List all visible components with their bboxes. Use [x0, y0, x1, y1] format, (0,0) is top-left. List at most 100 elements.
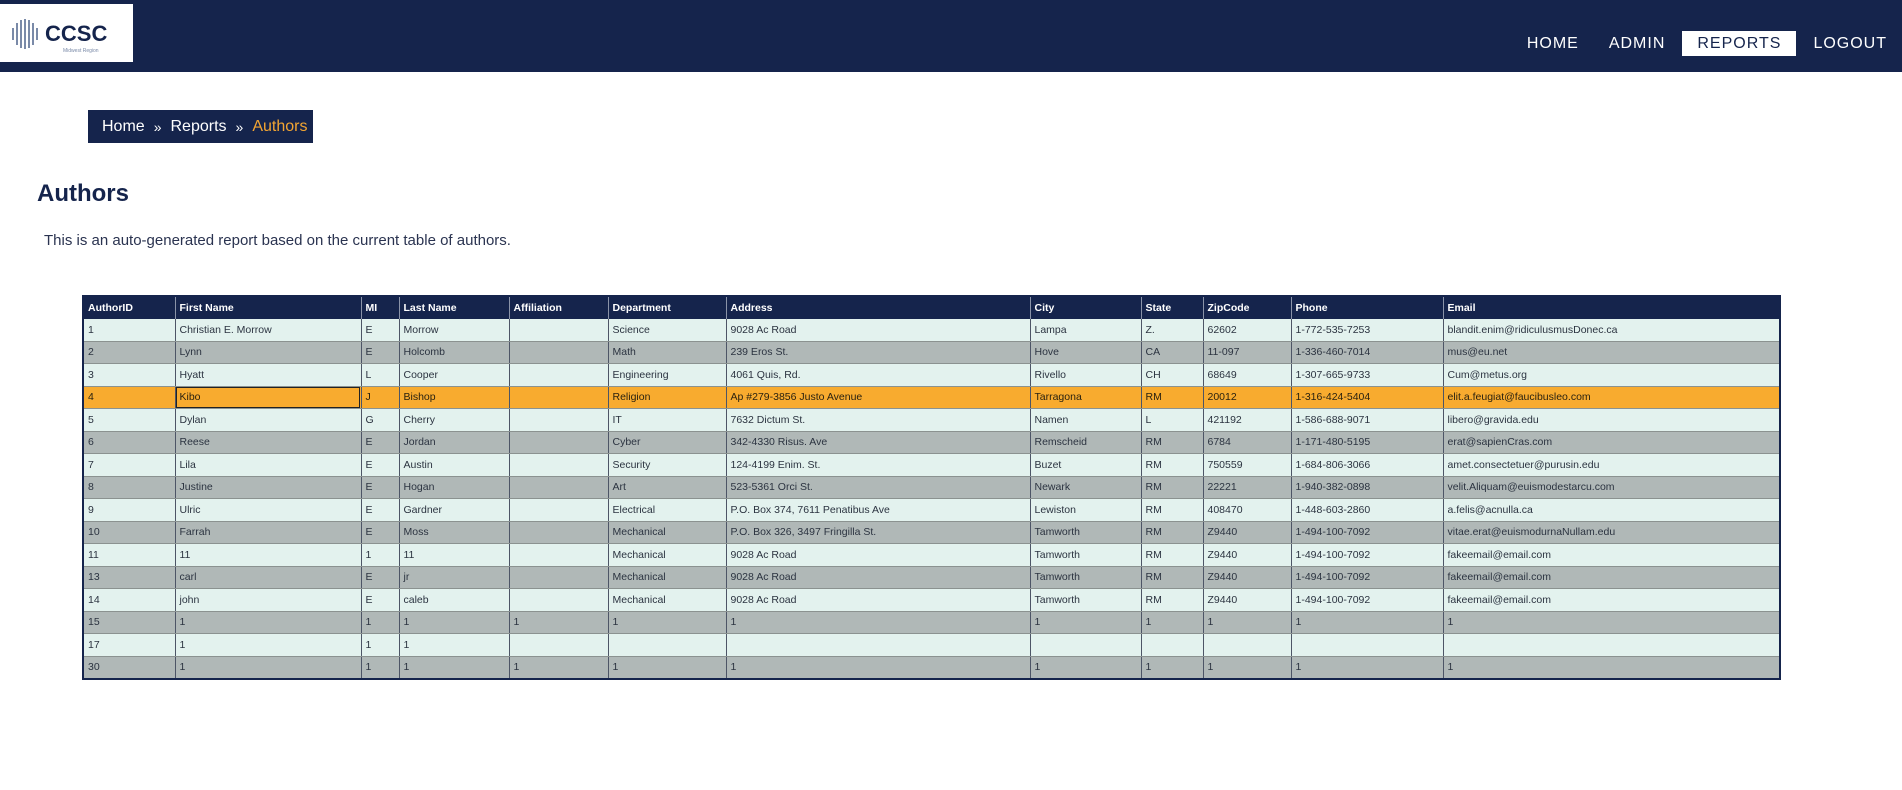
table-cell[interactable]: Holcomb [399, 341, 510, 364]
table-cell[interactable]: 9028 Ac Road [726, 588, 1031, 612]
table-cell[interactable]: 1-336-460-7014 [1291, 341, 1444, 364]
table-cell[interactable]: 9028 Ac Road [726, 319, 1031, 342]
table-cell[interactable]: Christian E. Morrow [175, 319, 362, 342]
table-cell[interactable]: 20012 [1203, 386, 1292, 409]
table-cell[interactable]: RM [1141, 386, 1204, 409]
table-cell[interactable]: E [361, 319, 400, 342]
table-cell[interactable]: E [361, 453, 400, 477]
table-cell[interactable]: 1 [1443, 656, 1781, 680]
table-cell[interactable]: RM [1141, 566, 1204, 589]
table-cell[interactable]: elit.a.feugiat@faucibusleo.com [1443, 386, 1781, 409]
table-cell[interactable]: Tamworth [1030, 521, 1142, 544]
column-header[interactable]: City [1030, 296, 1142, 319]
table-cell[interactable]: Math [608, 341, 727, 364]
column-header[interactable]: Department [608, 296, 727, 319]
table-cell[interactable] [1203, 633, 1292, 657]
table-cell[interactable]: RM [1141, 476, 1204, 499]
table-cell[interactable] [509, 363, 609, 387]
table-cell[interactable] [509, 453, 609, 477]
table-cell[interactable]: a.felis@acnulla.ca [1443, 498, 1781, 522]
table-cell[interactable] [1443, 633, 1781, 657]
table-cell[interactable]: Tamworth [1030, 543, 1142, 567]
table-row[interactable]: 4 Kibo J Bishop Religion Ap #279-3856 Justo A… [83, 386, 1781, 409]
table-cell[interactable]: E [361, 521, 400, 544]
table-row[interactable]: 8 Justine E Hogan Art 523-5361 Orci St. Newark… [83, 476, 1781, 499]
table-cell[interactable] [1030, 633, 1142, 657]
table-cell[interactable]: 1 [1030, 611, 1142, 634]
table-cell[interactable]: Cherry [399, 408, 510, 432]
table-cell[interactable]: 1 [1443, 611, 1781, 634]
table-cell[interactable]: 1 [1203, 656, 1292, 680]
table-cell[interactable]: 1-316-424-5404 [1291, 386, 1444, 409]
table-cell[interactable]: 1 [1291, 656, 1444, 680]
table-cell[interactable]: 1 [726, 656, 1031, 680]
table-cell[interactable]: RM [1141, 543, 1204, 567]
table-cell[interactable]: Lila [175, 453, 362, 477]
table-cell[interactable]: 6784 [1203, 431, 1292, 454]
table-cell[interactable]: fakeemail@email.com [1443, 588, 1781, 612]
table-cell[interactable]: 1 [83, 319, 176, 342]
table-cell[interactable] [509, 386, 609, 409]
table-cell[interactable]: Gardner [399, 498, 510, 522]
table-cell[interactable]: 68649 [1203, 363, 1292, 387]
table-row[interactable]: 6 Reese E Jordan Cyber 342-4330 Risus. Ave Rem… [83, 431, 1781, 454]
table-cell[interactable]: J [361, 386, 400, 409]
table-row[interactable]: 2 Lynn E Holcomb Math 239 Eros St. Hove CA 11-09… [83, 341, 1781, 364]
table-cell[interactable]: john [175, 588, 362, 612]
table-cell[interactable]: 1-494-100-7092 [1291, 521, 1444, 544]
table-cell[interactable]: 17 [83, 633, 176, 657]
table-cell[interactable]: E [361, 476, 400, 499]
table-row[interactable]: 13 carl Ejr Mechanical 9028 Ac Road Tamworth R… [83, 566, 1781, 589]
table-cell[interactable] [726, 633, 1031, 657]
table-cell[interactable]: 1-494-100-7092 [1291, 566, 1444, 589]
table-cell[interactable]: 2 [83, 341, 176, 364]
table-cell[interactable]: 1-307-665-9733 [1291, 363, 1444, 387]
nav-home[interactable]: HOME [1512, 31, 1594, 56]
table-cell[interactable]: Jordan [399, 431, 510, 454]
table-cell[interactable]: Remscheid [1030, 431, 1142, 454]
table-cell[interactable]: 1 [175, 611, 362, 634]
column-header[interactable]: ZipCode [1203, 296, 1292, 319]
table-cell[interactable]: 1 [361, 611, 400, 634]
nav-logout[interactable]: LOGOUT [1798, 31, 1902, 56]
table-cell[interactable]: Moss [399, 521, 510, 544]
table-cell[interactable]: 10 [83, 521, 176, 544]
table-cell[interactable]: Mechanical [608, 566, 727, 589]
table-cell[interactable]: Science [608, 319, 727, 342]
ccsc-logo[interactable]: CCSC Midwest Region [0, 4, 133, 62]
table-cell[interactable]: Z9440 [1203, 588, 1292, 612]
table-cell[interactable]: 1 [509, 611, 609, 634]
table-cell[interactable]: jr [399, 566, 510, 589]
table-cell[interactable]: 523-5361 Orci St. [726, 476, 1031, 499]
table-cell[interactable]: 1 [1030, 656, 1142, 680]
table-cell[interactable] [509, 521, 609, 544]
table-cell[interactable]: vitae.erat@euismodurnaNullam.edu [1443, 521, 1781, 544]
table-cell[interactable]: 1-448-603-2860 [1291, 498, 1444, 522]
table-cell[interactable]: 1-494-100-7092 [1291, 588, 1444, 612]
table-cell[interactable] [509, 431, 609, 454]
table-cell[interactable]: 7 [83, 453, 176, 477]
table-cell[interactable]: Cum@metus.org [1443, 363, 1781, 387]
table-cell[interactable]: RM [1141, 588, 1204, 612]
table-cell[interactable]: 9 [83, 498, 176, 522]
table-cell[interactable] [509, 408, 609, 432]
table-cell[interactable]: RM [1141, 453, 1204, 477]
table-cell[interactable]: 408470 [1203, 498, 1292, 522]
table-row[interactable]: 17 1 1 1 [83, 633, 1781, 657]
table-cell[interactable]: 1 [509, 656, 609, 680]
table-cell[interactable] [509, 633, 609, 657]
table-cell[interactable]: 1-494-100-7092 [1291, 543, 1444, 567]
table-cell[interactable]: Buzet [1030, 453, 1142, 477]
table-cell[interactable]: Ulric [175, 498, 362, 522]
table-cell[interactable]: 1 [608, 611, 727, 634]
table-cell[interactable] [509, 543, 609, 567]
table-cell[interactable]: 1 [726, 611, 1031, 634]
table-cell[interactable]: 9028 Ac Road [726, 543, 1031, 567]
table-cell[interactable]: Mechanical [608, 588, 727, 612]
table-cell[interactable]: Art [608, 476, 727, 499]
table-cell[interactable]: 1 [361, 656, 400, 680]
table-cell[interactable]: Z9440 [1203, 521, 1292, 544]
table-cell[interactable]: CH [1141, 363, 1204, 387]
table-row[interactable]: 1 Christian E. Morrow E Morrow Science 9028 A… [83, 319, 1781, 342]
table-cell[interactable]: E [361, 431, 400, 454]
